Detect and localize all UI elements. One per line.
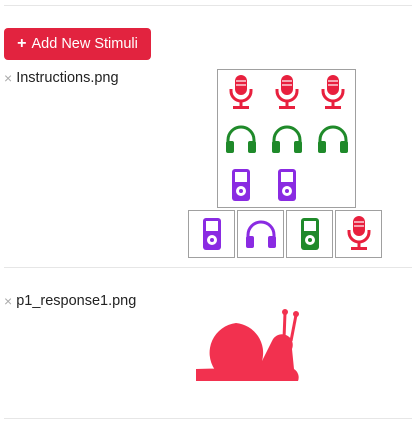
headphones-icon <box>218 116 264 162</box>
add-button-label: Add New Stimuli <box>31 36 138 52</box>
music-player-icon <box>202 218 221 250</box>
choice-music-player <box>188 210 235 258</box>
top-divider <box>4 5 412 6</box>
headphones-icon <box>310 116 356 162</box>
add-new-stimuli-button[interactable]: + Add New Stimuli <box>4 28 151 60</box>
microphone-icon <box>347 216 370 250</box>
stimulus-item-1: × Instructions.png <box>4 70 119 86</box>
stimulus-filename: p1_response1.png <box>16 293 137 309</box>
remove-icon[interactable]: × <box>4 294 12 308</box>
stimulus-item-2: × p1_response1.png <box>4 293 136 309</box>
choice-music-player-green <box>286 210 333 258</box>
headphones-icon <box>264 116 310 162</box>
stimulus-filename: Instructions.png <box>16 70 119 86</box>
music-player-icon <box>218 162 264 208</box>
microphone-icon <box>218 70 264 116</box>
item-divider <box>4 267 412 268</box>
choice-microphone <box>335 210 382 258</box>
choice-headphones <box>237 210 284 258</box>
microphone-icon <box>264 70 310 116</box>
microphone-icon <box>310 70 356 116</box>
bottom-divider <box>4 418 412 419</box>
instructions-image <box>217 69 356 208</box>
plus-icon: + <box>17 35 27 52</box>
music-player-icon <box>264 162 310 208</box>
remove-icon[interactable]: × <box>4 71 12 85</box>
music-player-icon <box>300 218 319 250</box>
headphones-icon <box>245 220 276 248</box>
snail-icon <box>196 309 299 381</box>
